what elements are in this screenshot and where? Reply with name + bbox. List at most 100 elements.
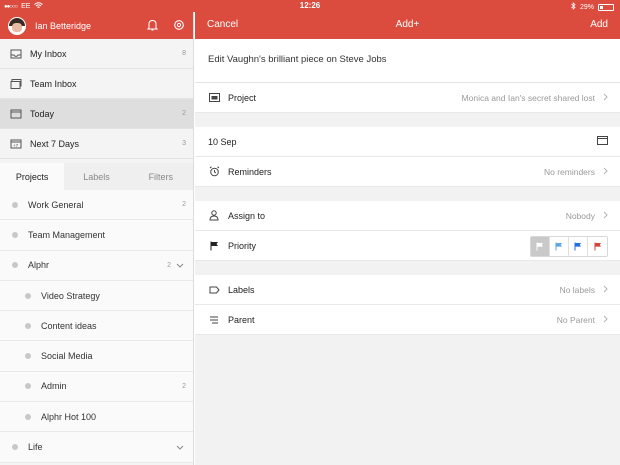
project-item[interactable]: Admin 2	[0, 371, 193, 403]
sidebar-tabs: Projects Labels Filters	[0, 163, 193, 190]
due-date-row[interactable]: 10 Sep	[195, 127, 620, 157]
editor-title: Add+	[395, 19, 420, 30]
project-count: 2	[182, 201, 186, 209]
nav-label: Next 7 Days	[30, 138, 80, 149]
priority-row: Priority	[195, 231, 620, 261]
project-item[interactable]: Work General 2	[0, 190, 193, 221]
project-label: Video Strategy	[41, 290, 100, 301]
priority-1-button[interactable]	[588, 237, 607, 256]
chevron-down-icon[interactable]	[176, 261, 184, 270]
nav-label: Team Inbox	[30, 78, 77, 89]
chevron-right-icon	[603, 93, 608, 103]
project-dot	[25, 292, 31, 299]
assign-to-row[interactable]: Assign to Nobody	[195, 201, 620, 231]
project-dot	[25, 413, 31, 420]
priority-3-button[interactable]	[550, 237, 569, 256]
nav-label: Today	[30, 108, 55, 119]
project-label: Content ideas	[41, 320, 97, 331]
flag-icon	[208, 241, 220, 251]
project-folder-icon	[208, 93, 220, 102]
inbox-icon	[10, 49, 22, 59]
editor-header: Cancel Add+ Add	[195, 12, 620, 39]
labels-value: No labels	[559, 284, 595, 295]
project-value: Monica and Ian's secret shared lost	[461, 92, 595, 103]
alarm-clock-icon	[208, 166, 220, 177]
nav-item-today[interactable]: Today 2	[0, 99, 193, 129]
priority-2-button[interactable]	[569, 237, 588, 256]
clock: 12:26	[299, 1, 321, 10]
project-dot	[25, 383, 31, 390]
task-input[interactable]: Edit Vaughn's brilliant piece on Steve J…	[195, 39, 620, 83]
chevron-right-icon	[603, 315, 608, 325]
reminders-value: No reminders	[543, 166, 595, 177]
priority-4-button[interactable]	[531, 237, 550, 256]
row-label: Labels	[228, 284, 255, 295]
row-label: Reminders	[228, 166, 272, 177]
sidebar: Ian Betteridge My Inbox 8 Team Inbox Tod…	[0, 12, 194, 465]
list-indent-icon	[208, 316, 220, 324]
assign-value: Nobody	[565, 210, 595, 221]
project-label: Social Media	[41, 351, 93, 362]
calendar-today-icon	[10, 109, 22, 119]
row-label: Parent	[228, 314, 255, 325]
project-item[interactable]: Alphr 2	[0, 250, 193, 281]
calendar-icon[interactable]	[597, 136, 608, 147]
user-name: Ian Betteridge	[35, 20, 92, 31]
task-text: Edit Vaughn's brilliant piece on Steve J…	[208, 54, 387, 65]
project-item[interactable]: Video Strategy	[0, 280, 193, 312]
avatar[interactable]	[8, 16, 26, 35]
project-dot	[12, 201, 18, 208]
labels-row[interactable]: Labels No labels	[195, 275, 620, 305]
project-item[interactable]: Alphr Hot 100	[0, 402, 193, 433]
tab-labels[interactable]: Labels	[64, 163, 129, 190]
chevron-right-icon	[603, 167, 608, 177]
due-date-value: 10 Sep	[208, 136, 237, 147]
person-icon	[208, 210, 220, 221]
reminders-row[interactable]: Reminders No reminders	[195, 157, 620, 187]
add-button[interactable]: Add	[590, 19, 608, 30]
nav-count: 2	[182, 110, 186, 117]
project-label: Team Management	[28, 229, 106, 240]
team-inbox-icon	[10, 78, 22, 89]
bluetooth-icon	[571, 2, 576, 12]
row-label: Assign to	[228, 210, 266, 221]
battery-percent: 29%	[579, 3, 594, 11]
status-bar: ●●○○○ EE 12:26 29%	[0, 0, 620, 12]
nav-item-next-7-days[interactable]: +7 Next 7 Days 3	[0, 129, 193, 159]
chevron-right-icon	[603, 211, 608, 221]
row-label: Project	[228, 92, 257, 103]
parent-value: No Parent	[556, 314, 595, 325]
row-label: Priority	[228, 240, 257, 251]
priority-selector	[530, 236, 608, 257]
project-item[interactable]: Team Management	[0, 220, 193, 251]
project-label: Work General	[28, 199, 84, 210]
task-editor: Cancel Add+ Add Edit Vaughn's brilliant …	[195, 12, 620, 465]
project-row[interactable]: Project Monica and Ian's secret shared l…	[195, 83, 620, 113]
project-item[interactable]: Life	[0, 432, 193, 463]
battery-icon	[598, 3, 614, 11]
project-label: Admin	[41, 381, 67, 392]
nav-item-my-inbox[interactable]: My Inbox 8	[0, 39, 193, 69]
nav-item-team-inbox[interactable]: Team Inbox	[0, 69, 193, 99]
project-count: 2	[167, 261, 171, 269]
sidebar-header: Ian Betteridge	[0, 12, 193, 39]
project-count: 2	[182, 382, 186, 390]
project-label: Life	[28, 442, 43, 453]
project-item[interactable]: Social Media	[0, 341, 193, 372]
label-tag-icon	[208, 286, 220, 294]
project-dot	[12, 262, 18, 269]
project-item[interactable]: Content ideas	[0, 311, 193, 342]
tab-projects[interactable]: Projects	[0, 163, 65, 190]
tab-filters[interactable]: Filters	[128, 163, 193, 190]
project-dot	[12, 231, 18, 238]
project-dot	[25, 353, 31, 360]
bell-icon[interactable]	[146, 19, 159, 33]
calendar-week-icon: +7	[10, 139, 22, 149]
chevron-down-icon[interactable]	[176, 443, 184, 452]
svg-text:+7: +7	[13, 143, 19, 148]
project-label: Alphr	[28, 260, 50, 271]
gear-icon[interactable]	[173, 19, 185, 33]
project-label: Alphr Hot 100	[41, 411, 97, 422]
nav-count: 8	[182, 50, 186, 57]
parent-row[interactable]: Parent No Parent	[195, 305, 620, 335]
